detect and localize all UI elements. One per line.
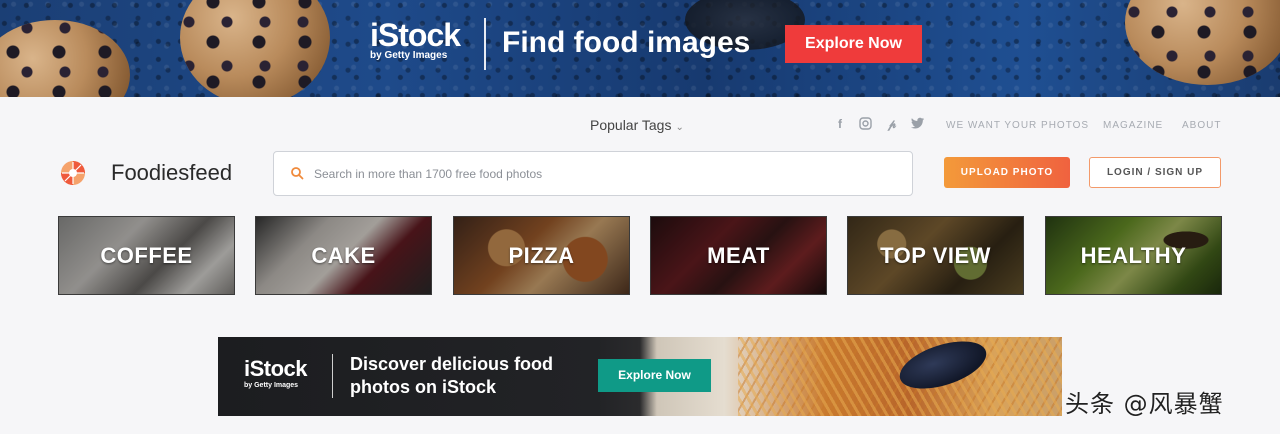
istock-brand-sub: by Getty Images — [244, 382, 299, 389]
popular-tags-dropdown[interactable]: Popular Tags ⌄ — [590, 117, 684, 133]
facebook-icon[interactable]: f — [833, 117, 847, 131]
bottom-ad-banner[interactable]: iStock by Getty Images Discover deliciou… — [218, 337, 1062, 416]
popular-tags-label: Popular Tags — [590, 117, 672, 133]
search-icon — [291, 167, 304, 180]
top-ad-banner[interactable]: iStock by Getty Images Find food images … — [0, 0, 1280, 97]
banner-headline: Find food images — [502, 26, 751, 59]
istock-brand: iStock — [370, 17, 461, 53]
category-label: MEAT — [707, 243, 770, 268]
banner-divider — [332, 354, 333, 398]
istock-brand: iStock — [244, 356, 308, 381]
instagram-icon[interactable] — [858, 117, 872, 131]
twitter-icon[interactable] — [911, 117, 925, 131]
bottom-banner-headline: Discover delicious food photos on iStock — [350, 354, 554, 397]
banner-divider — [484, 18, 486, 70]
about-link[interactable]: ABOUT — [1182, 120, 1221, 131]
magazine-link[interactable]: MAGAZINE — [1103, 120, 1163, 131]
category-label: CAKE — [311, 243, 376, 268]
category-tile-healthy[interactable]: HEALTHY — [1045, 216, 1222, 295]
chevron-down-icon: ⌄ — [675, 122, 684, 133]
cookie-image — [180, 0, 330, 97]
category-label: PIZZA — [508, 243, 575, 268]
istock-logo: iStock by Getty Images — [244, 356, 308, 390]
category-label: TOP VIEW — [880, 243, 991, 268]
istock-logo: iStock by Getty Images — [370, 17, 461, 62]
search-bar[interactable] — [273, 151, 913, 196]
site-name[interactable]: Foodiesfeed — [111, 160, 232, 186]
category-tile-cake[interactable]: CAKE — [255, 216, 432, 295]
category-tile-meat[interactable]: MEAT — [650, 216, 827, 295]
category-tile-top-view[interactable]: TOP VIEW — [847, 216, 1024, 295]
upload-photo-button[interactable]: UPLOAD PHOTO — [944, 157, 1070, 188]
watermark-text: 头条 @风暴蟹 — [1065, 390, 1224, 418]
explore-now-button[interactable]: Explore Now — [785, 25, 922, 63]
pinterest-icon[interactable]: 𝓅 — [885, 117, 899, 131]
we-want-your-photos-link[interactable]: WE WANT YOUR PHOTOS — [946, 120, 1089, 131]
explore-now-button[interactable]: Explore Now — [598, 359, 711, 392]
category-tile-pizza[interactable]: PIZZA — [453, 216, 630, 295]
category-label: COFFEE — [100, 243, 193, 268]
istock-brand-sub: by Getty Images — [370, 50, 448, 61]
category-label: HEALTHY — [1080, 243, 1187, 268]
login-signup-button[interactable]: LOGIN / SIGN UP — [1089, 157, 1221, 188]
foodiesfeed-logo-icon[interactable] — [60, 160, 86, 186]
search-input[interactable] — [314, 164, 894, 184]
category-tile-coffee[interactable]: COFFEE — [58, 216, 235, 295]
